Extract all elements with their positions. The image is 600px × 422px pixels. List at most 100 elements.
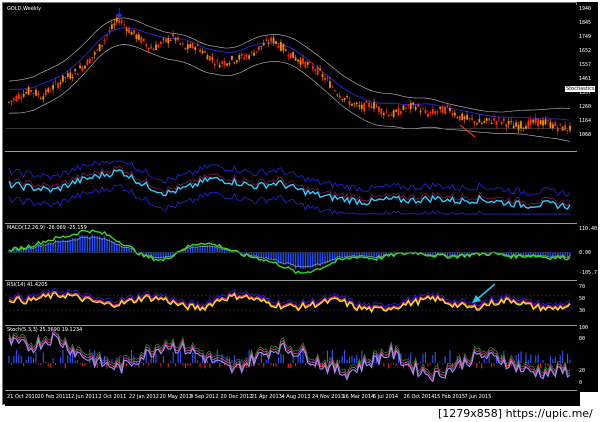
candle-body <box>280 42 282 51</box>
candle-body <box>370 106 373 108</box>
candle-body <box>113 23 116 26</box>
candle-body <box>483 121 486 123</box>
stochastic-pane[interactable]: Stoch(5,3,3) 25.3690 19.1234 <box>5 326 578 391</box>
candle-body <box>128 28 130 33</box>
price-scale-label: 1164 <box>579 118 592 124</box>
time-axis-label: 20 Feb 2011 <box>37 394 69 400</box>
price-pane[interactable]: GOLD,Weekly <box>5 5 578 152</box>
price-scale-label: 1461 <box>579 76 592 82</box>
candle-body <box>502 118 505 121</box>
candle-body <box>17 94 20 99</box>
macd-scale-label: -105.7 <box>579 270 598 276</box>
candle-body <box>30 90 32 93</box>
candle-body <box>326 78 329 79</box>
candle-body <box>539 120 542 125</box>
candle-body <box>79 65 81 69</box>
candle-body <box>204 51 206 53</box>
candle-body <box>159 41 162 45</box>
candle-body <box>231 55 233 60</box>
candle-body <box>314 69 317 71</box>
chart-window[interactable]: GOLD,Weekly MACD(12,26,9) -26.069 -25.15… <box>2 2 580 406</box>
upper-band-line <box>8 17 571 113</box>
candle-body <box>137 34 140 40</box>
candle-body <box>304 61 307 68</box>
stoch-scale-label: 100 <box>579 325 589 331</box>
rsi-pane[interactable]: RSI(14) 41.4205 <box>5 281 578 326</box>
candle-body <box>194 47 197 51</box>
candle-body <box>253 52 255 56</box>
image-size-caption: [1279x858] https://upic.me/ <box>438 407 593 420</box>
candle-body <box>554 122 557 127</box>
candle-body <box>223 61 226 66</box>
candle-body <box>441 105 444 114</box>
candle-body <box>103 40 106 41</box>
candle-body <box>238 55 241 60</box>
candle-body <box>54 81 57 83</box>
candle-body <box>57 82 59 88</box>
candle-body <box>380 108 383 115</box>
candle-body <box>294 57 297 61</box>
candle-body <box>277 45 280 48</box>
macd-pane[interactable]: MACD(12,26,9) -26.069 -25.159 <box>5 224 578 281</box>
candle-body <box>118 19 121 24</box>
rsi-scale-label: 70 <box>579 284 586 290</box>
candle-body <box>147 47 150 51</box>
candle-body <box>152 48 155 51</box>
candle-body <box>213 64 216 66</box>
candle-body <box>321 73 324 78</box>
candle-body <box>341 99 344 100</box>
candle-body <box>208 56 211 61</box>
price-scale[interactable]: 1940 1845 1749 1652 1557 1461 1357 1260 1164 1068… <box>577 2 598 392</box>
candle-body <box>512 125 515 129</box>
candle-body <box>444 106 446 114</box>
candle-body <box>466 114 469 120</box>
candle-body <box>86 59 89 66</box>
candle-body <box>468 118 471 119</box>
candle-body <box>142 38 145 42</box>
candle-body <box>368 102 371 108</box>
candle-body <box>439 106 442 109</box>
macd-scale-label: 0.00 <box>579 250 592 256</box>
rsi-scale-label: 30 <box>579 308 586 314</box>
oscillator-bands-pane[interactable] <box>5 152 578 224</box>
candle-body <box>15 96 18 102</box>
candle-body <box>424 109 427 114</box>
candle-body <box>108 30 111 32</box>
candle-body <box>155 44 157 50</box>
candle-body <box>257 46 260 50</box>
candle-body <box>172 33 175 37</box>
candle-body <box>358 105 361 107</box>
band-upper-line <box>8 160 571 197</box>
candle-body <box>500 121 503 124</box>
time-axis-label: 16 Mar 2014 <box>342 394 375 400</box>
candle-body <box>311 65 314 70</box>
candle-body <box>20 97 23 99</box>
candle-body <box>150 47 152 49</box>
candle-body <box>216 59 219 61</box>
candle-body <box>35 89 37 96</box>
candle-body <box>206 55 209 60</box>
band-main-line <box>8 169 571 211</box>
price-scale-label: 1260 <box>579 104 592 110</box>
candle-body <box>179 43 182 45</box>
stochastic-chart <box>8 330 571 383</box>
candle-body <box>287 55 290 57</box>
candle-body <box>346 96 348 98</box>
price-scale-label: 1652 <box>579 48 592 54</box>
candle-body <box>490 122 493 124</box>
time-axis-label: 24 Nov 2013 <box>312 394 345 400</box>
time-axis-label: 21 Apr 2013 <box>251 394 282 400</box>
candle-body <box>306 62 309 65</box>
candle-body <box>348 100 351 106</box>
candle-body <box>461 113 464 120</box>
candle-body <box>427 113 429 117</box>
candle-body <box>309 61 312 63</box>
candle-body <box>106 35 108 37</box>
time-axis-label: 15 Feb 2015 <box>434 394 466 400</box>
candle-body <box>44 89 47 96</box>
candle-body <box>74 69 77 72</box>
candle-body <box>275 41 277 44</box>
candle-body <box>449 108 451 112</box>
candle-body <box>157 44 160 48</box>
candle-body <box>49 91 52 93</box>
